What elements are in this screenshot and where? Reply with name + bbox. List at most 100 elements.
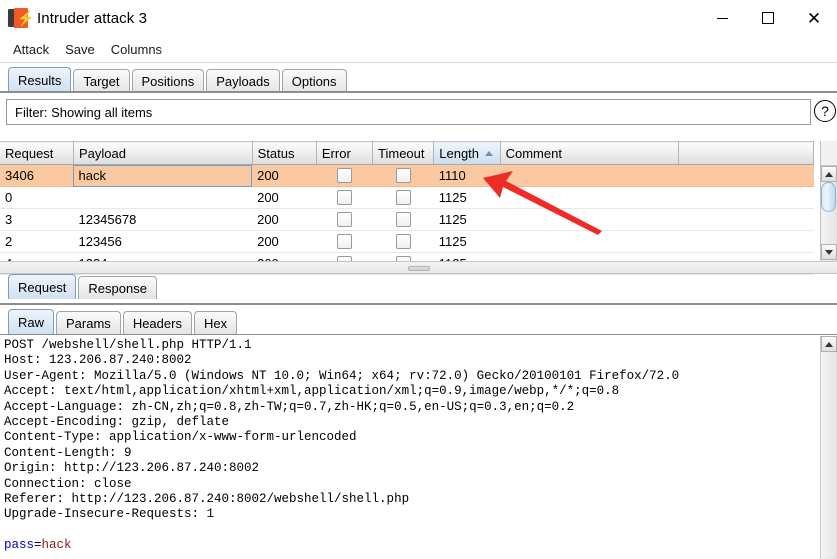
- cell-filler: [678, 230, 814, 253]
- scroll-up-button[interactable]: [821, 336, 837, 352]
- cell-payload[interactable]: [73, 186, 253, 209]
- body-param-value: hack: [41, 538, 72, 553]
- column-header-timeout[interactable]: Timeout: [372, 141, 435, 165]
- chevron-up-icon: [825, 341, 833, 347]
- cell-payload[interactable]: 123456: [73, 230, 253, 253]
- minimize-button[interactable]: [699, 0, 745, 36]
- cell-status: 200: [252, 164, 317, 187]
- cell-length: 1125: [433, 208, 501, 231]
- cell-error: [316, 164, 373, 187]
- scroll-down-button[interactable]: [821, 244, 837, 260]
- cell-length: 1110: [433, 164, 501, 187]
- filter-bar[interactable]: Filter: Showing all items: [6, 99, 811, 125]
- scroll-up-button[interactable]: [821, 166, 837, 182]
- table-header-row: Request Payload Status Error Timeout Len…: [0, 141, 814, 165]
- body-separator: =: [34, 538, 42, 553]
- results-vertical-scrollbar[interactable]: [820, 141, 837, 261]
- tab-payloads[interactable]: Payloads: [206, 69, 280, 92]
- table-row[interactable]: 3406 hack 200 1110: [0, 164, 814, 187]
- column-header-status[interactable]: Status: [252, 141, 317, 165]
- cell-comment[interactable]: [500, 186, 679, 209]
- cell-comment[interactable]: [500, 208, 679, 231]
- column-header-request[interactable]: Request: [0, 141, 74, 165]
- cell-timeout: [372, 208, 434, 231]
- cell-length: 1125: [433, 230, 501, 253]
- tab-results[interactable]: Results: [8, 67, 72, 92]
- column-header-length[interactable]: Length: [433, 141, 501, 165]
- raw-headers-text: POST /webshell/shell.php HTTP/1.1 Host: …: [4, 338, 680, 522]
- column-header-error[interactable]: Error: [316, 141, 374, 165]
- chevron-up-icon: [825, 171, 833, 177]
- tab-positions[interactable]: Positions: [131, 69, 205, 92]
- close-icon: ✕: [806, 8, 822, 28]
- column-header-payload[interactable]: Payload: [73, 141, 253, 165]
- window-title: Intruder attack 3: [37, 9, 148, 27]
- cell-timeout: [372, 186, 434, 209]
- tab-response[interactable]: Response: [78, 276, 157, 299]
- checkbox-timeout[interactable]: [395, 189, 411, 205]
- results-table: Request Payload Status Error Timeout Len…: [0, 141, 814, 275]
- cell-comment[interactable]: [500, 230, 679, 253]
- table-row[interactable]: 2 123456 200 1125: [0, 230, 814, 253]
- checkbox-timeout[interactable]: [395, 233, 411, 249]
- message-tab-strip: Request Response: [8, 274, 159, 299]
- checkbox-error[interactable]: [336, 189, 352, 205]
- scrollbar-thumb[interactable]: [821, 182, 836, 212]
- tab-raw[interactable]: Raw: [8, 309, 55, 334]
- checkbox-error[interactable]: [336, 211, 352, 227]
- menu-item-attack[interactable]: Attack: [6, 40, 56, 59]
- cell-status: 200: [252, 186, 317, 209]
- raw-request-panel[interactable]: POST /webshell/shell.php HTTP/1.1 Host: …: [0, 336, 837, 559]
- cell-error: [316, 208, 373, 231]
- splitter-grip[interactable]: [407, 266, 430, 271]
- menu-item-save[interactable]: Save: [58, 40, 102, 59]
- cell-payload[interactable]: hack: [73, 164, 253, 187]
- maximize-button[interactable]: [745, 0, 791, 36]
- scrollbar-track[interactable]: [821, 352, 836, 557]
- view-tab-underline: [0, 334, 837, 335]
- body-param-name: pass: [4, 538, 35, 553]
- column-header-filler: [678, 141, 814, 165]
- results-panel: Request Payload Status Error Timeout Len…: [0, 141, 837, 275]
- tab-options[interactable]: Options: [281, 69, 347, 92]
- table-row[interactable]: 0 200 1125: [0, 186, 814, 209]
- scrollbar-track[interactable]: [821, 212, 836, 244]
- checkbox-error[interactable]: [336, 167, 352, 183]
- title-bar: ⚡ Intruder attack 3 ✕: [0, 0, 837, 36]
- cell-status: 200: [252, 230, 317, 253]
- tab-hex[interactable]: Hex: [193, 311, 238, 334]
- cell-comment[interactable]: [500, 164, 679, 187]
- tab-target[interactable]: Target: [73, 69, 130, 92]
- column-header-comment[interactable]: Comment: [500, 141, 680, 165]
- checkbox-error[interactable]: [336, 233, 352, 249]
- cell-payload[interactable]: 12345678: [73, 208, 253, 231]
- menu-item-columns[interactable]: Columns: [104, 40, 169, 59]
- checkbox-timeout[interactable]: [395, 211, 411, 227]
- tab-underline: [0, 91, 837, 93]
- column-header-length-label: Length: [439, 145, 480, 161]
- cell-timeout: [372, 164, 434, 187]
- raw-request-text[interactable]: POST /webshell/shell.php HTTP/1.1 Host: …: [4, 338, 810, 554]
- help-icon[interactable]: ?: [814, 100, 836, 122]
- window-controls: ✕: [699, 0, 837, 36]
- tab-headers[interactable]: Headers: [122, 311, 192, 334]
- checkbox-timeout[interactable]: [395, 167, 411, 183]
- close-button[interactable]: ✕: [791, 0, 837, 36]
- cell-request: 3406: [0, 164, 74, 187]
- cell-error: [316, 230, 373, 253]
- cell-length: 1125: [433, 186, 501, 209]
- cell-status: 200: [252, 208, 317, 231]
- cell-request: 3: [0, 208, 74, 231]
- filter-label: Filter: Showing all items: [15, 104, 153, 120]
- message-tab-underline: [0, 303, 837, 305]
- tab-request[interactable]: Request: [8, 274, 77, 299]
- table-row[interactable]: 3 12345678 200 1125: [0, 208, 814, 231]
- cell-timeout: [372, 230, 434, 253]
- cell-filler: [678, 164, 814, 187]
- cell-error: [316, 186, 373, 209]
- menu-bar: Attack Save Columns: [0, 36, 837, 63]
- request-vertical-scrollbar[interactable]: [820, 336, 837, 559]
- scrollbar-corner: [821, 141, 837, 166]
- tab-params[interactable]: Params: [56, 311, 121, 334]
- panel-splitter[interactable]: [0, 261, 837, 274]
